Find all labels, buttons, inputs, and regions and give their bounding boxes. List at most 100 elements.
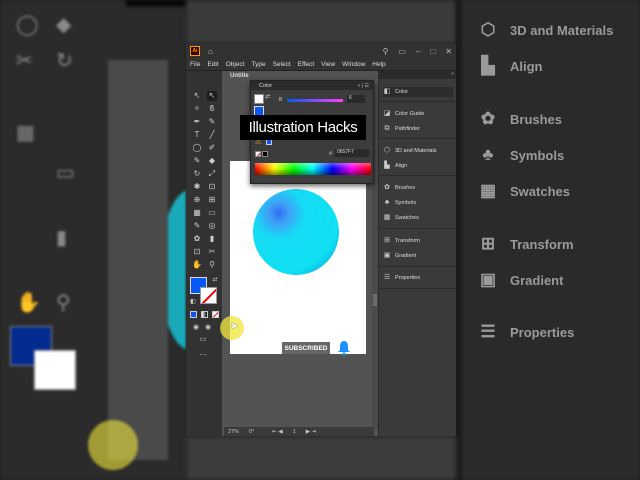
artboard-tool-icon[interactable]: ⊡ — [192, 247, 202, 257]
separator — [379, 175, 456, 176]
search-icon[interactable]: ⚲ — [383, 47, 389, 56]
paintbrush-icon[interactable]: ✐ — [207, 143, 217, 153]
panel-item-color-guide[interactable]: ◪ Color Guide — [383, 109, 425, 119]
black-swatch[interactable] — [262, 151, 268, 157]
panel-item-3d-materials[interactable]: ⬡ 3D and Materials — [383, 146, 437, 156]
mesh-tool-icon[interactable]: ▦ — [192, 208, 202, 218]
close-icon[interactable]: ✕ — [445, 47, 452, 56]
panel-item-symbols[interactable]: ♣ Symbols — [383, 198, 416, 208]
color-mode-icon[interactable] — [190, 311, 197, 318]
eraser-icon[interactable]: ◆ — [207, 156, 217, 166]
swap-colors-icon[interactable]: ⇄ — [210, 275, 220, 285]
minimize-icon[interactable]: – — [416, 47, 420, 56]
separator — [379, 101, 456, 102]
gradient-tool-icon[interactable]: ▭ — [207, 208, 217, 218]
ellipse-tool-icon[interactable]: ◯ — [192, 143, 202, 153]
scroll-thumb[interactable] — [373, 294, 377, 306]
zoom-level[interactable]: 27% — [228, 429, 239, 435]
menu-bar: File Edit Object Type Select Effect View… — [186, 58, 456, 71]
channel-slider[interactable] — [287, 99, 343, 102]
align-icon: ▙ — [384, 162, 390, 169]
blurred-club-icon: ♣ — [482, 145, 494, 164]
artboard[interactable] — [230, 161, 366, 354]
direct-selection-tool-icon[interactable]: ↖ — [207, 91, 217, 101]
panel-item-properties[interactable]: ☰ Properties — [383, 273, 420, 283]
menu-window[interactable]: Window — [342, 61, 365, 68]
menu-object[interactable]: Object — [226, 61, 245, 68]
pen-tool-icon[interactable]: ✒ — [192, 117, 202, 127]
home-icon[interactable]: ⌂ — [208, 47, 213, 56]
bell-icon[interactable] — [337, 340, 351, 356]
artboard-number[interactable]: 1 — [293, 429, 296, 435]
separator — [379, 138, 456, 139]
shape-builder-icon[interactable]: ⊕ — [192, 195, 202, 205]
video-title-overlay: Illustration Hacks — [240, 115, 366, 140]
gradient-mode-icon[interactable] — [201, 311, 208, 318]
blurred-ellipse-icon: ◯ — [16, 14, 39, 36]
draw-normal-icon[interactable]: ◉ — [191, 323, 201, 333]
eyedropper-icon[interactable]: ✎ — [192, 221, 202, 231]
panel-item-pathfinder[interactable]: ⧉ Pathfinder — [383, 124, 421, 134]
panel-item-swatches[interactable]: ▦ Swatches — [383, 213, 419, 223]
grid-icon: ▦ — [383, 214, 391, 221]
menu-file[interactable]: File — [190, 61, 200, 68]
curvature-tool-icon[interactable]: ✎ — [207, 117, 217, 127]
puppet-warp-icon[interactable]: ✱ — [192, 182, 202, 192]
blurred-rotate-icon: ↻ — [56, 50, 73, 72]
panel-menu-icon[interactable]: » | ☰ — [358, 83, 373, 89]
menu-type[interactable]: Type — [251, 61, 265, 68]
screen-mode-icon[interactable]: ▭ — [198, 335, 208, 345]
blurred-cursor-glow — [88, 420, 138, 470]
menu-view[interactable]: View — [321, 61, 335, 68]
panel-item-align[interactable]: ▙ Align — [383, 161, 407, 171]
channel-value-field[interactable]: 6 — [347, 95, 365, 103]
blurred-properties-item: ☰ Properties — [478, 322, 574, 342]
blurred-stroke-swatch — [34, 350, 76, 390]
more-tools-icon[interactable]: ⋯ — [198, 351, 208, 361]
lasso-icon[interactable]: ϐ — [207, 104, 217, 114]
draw-behind-icon[interactable]: ◉ — [203, 323, 213, 333]
gradient-circle[interactable] — [253, 189, 339, 275]
scale-tool-icon[interactable]: ⤢ — [207, 169, 217, 179]
artboard-nav-next-icon[interactable]: ▶ ⇥ — [306, 429, 316, 435]
menu-select[interactable]: Select — [273, 61, 291, 68]
artboard-nav-icon[interactable]: ⇤ ◀ — [272, 429, 282, 435]
rotate-tool-icon[interactable]: ↻ — [192, 169, 202, 179]
status-bar: 27% 0° ⇤ ◀ 1 ▶ ⇥ — [224, 427, 374, 436]
none-mode-icon[interactable] — [212, 311, 219, 318]
graph-tool-icon[interactable]: ▮ — [207, 234, 217, 244]
free-transform-icon[interactable]: ⊡ — [207, 182, 217, 192]
hand-tool-icon[interactable]: ✋ — [192, 260, 202, 270]
shaper-tool-icon[interactable]: ✎ — [192, 156, 202, 166]
selection-tool-icon[interactable]: ↖ — [192, 91, 202, 101]
hex-input[interactable]: 0657F7 — [335, 149, 369, 157]
menu-help[interactable]: Help — [372, 61, 385, 68]
magic-wand-icon[interactable]: ✧ — [192, 104, 202, 114]
panel-item-gradient[interactable]: ▣ Gradient — [383, 251, 416, 261]
zoom-tool-icon[interactable]: ⚲ — [207, 260, 217, 270]
panel-item-color[interactable]: ◧ Color — [383, 87, 453, 97]
menu-edit[interactable]: Edit — [207, 61, 218, 68]
cp-stroke-swatch[interactable] — [254, 94, 264, 104]
blurred-hand-icon: ✋ — [16, 292, 41, 314]
stroke-swatch[interactable] — [200, 287, 217, 304]
type-tool-icon[interactable]: T — [192, 130, 202, 140]
panel-item-transform[interactable]: ⊞ Transform — [383, 236, 420, 246]
color-spectrum[interactable] — [255, 163, 371, 175]
swap-icon[interactable]: ⇄ — [265, 93, 270, 100]
maximize-icon[interactable]: □ — [430, 47, 435, 56]
default-colors-icon[interactable]: ◧ — [188, 297, 198, 307]
none-swatch[interactable] — [255, 151, 261, 157]
line-tool-icon[interactable]: ╱ — [207, 130, 217, 140]
blend-tool-icon[interactable]: ◎ — [207, 221, 217, 231]
rotation-value[interactable]: 0° — [249, 429, 254, 435]
perspective-grid-icon[interactable]: ⊞ — [207, 195, 217, 205]
club-icon: ♣ — [384, 199, 390, 206]
arrange-icon[interactable]: ▭ — [398, 47, 406, 56]
subscribed-button[interactable]: SUBSCRIBED — [282, 342, 330, 354]
symbol-sprayer-icon[interactable]: ✿ — [192, 234, 202, 244]
slice-tool-icon[interactable]: ✂ — [207, 247, 217, 257]
menu-effect[interactable]: Effect — [298, 61, 315, 68]
panel-item-brushes[interactable]: ✿ Brushes — [383, 183, 415, 193]
illustrator-window: Ai ⌂ ⚲ ▭ – □ ✕ File Edit Object Type Sel… — [186, 44, 456, 436]
